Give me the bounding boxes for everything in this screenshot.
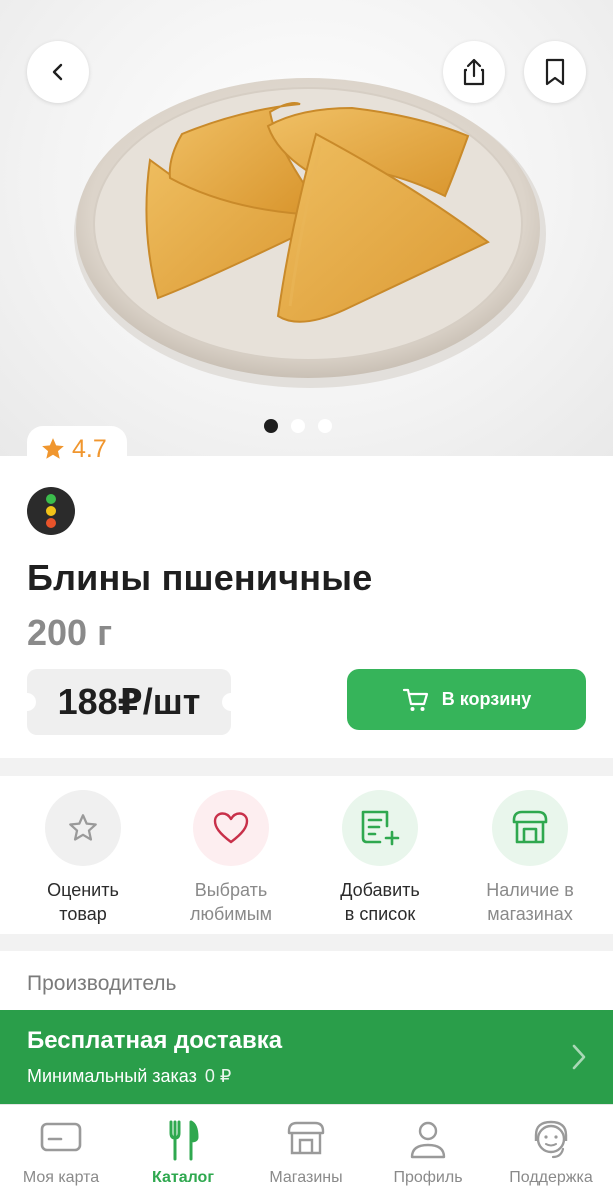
bookmark-icon: [545, 58, 565, 86]
product-title: Блины пшеничные: [27, 557, 373, 598]
gallery-dot[interactable]: [291, 419, 305, 433]
brand-logo[interactable]: [27, 487, 75, 535]
favorite-label: Выбрать любимым: [189, 880, 273, 924]
store-availability-button[interactable]: Наличие в магазинах: [455, 790, 605, 926]
product-actions: Оценить товар Выбрать любимым Добавить в…: [0, 776, 613, 934]
rating-value: 4.7: [72, 434, 107, 463]
rate-product-label: Оценить товар: [47, 880, 119, 924]
share-icon: [463, 58, 485, 86]
star-outline-icon: [69, 814, 97, 841]
card-icon: [40, 1122, 82, 1152]
store-availability-label: Наличие в магазинах: [486, 880, 574, 924]
nav-label: Поддержка: [509, 1169, 593, 1186]
product-gallery[interactable]: [0, 0, 613, 456]
add-to-cart-button[interactable]: В корзину: [347, 669, 586, 730]
rate-icon-circle: [45, 790, 121, 866]
gallery-pagination[interactable]: [264, 419, 332, 433]
add-to-list-label: Добавить в список: [340, 880, 420, 924]
profile-icon: [410, 1121, 446, 1159]
manufacturer-label: Производитель: [27, 972, 177, 995]
bottom-navigation: Моя карта Каталог Магазины Профиль Подде…: [0, 1104, 613, 1200]
rate-product-button[interactable]: Оценить товар: [8, 790, 158, 926]
manufacturer-section[interactable]: Производитель: [0, 951, 613, 1011]
rating-badge: 4.7: [27, 426, 127, 472]
support-icon: [534, 1120, 568, 1159]
product-photo: [74, 78, 546, 388]
gallery-dot[interactable]: [318, 419, 332, 433]
bookmark-button[interactable]: [524, 41, 586, 103]
star-icon: [42, 438, 64, 459]
delivery-title: Бесплатная доставка: [27, 1027, 283, 1054]
nav-stores[interactable]: Магазины: [245, 1105, 367, 1200]
store-icon: [287, 1121, 325, 1155]
nav-label: Моя карта: [22, 1169, 100, 1186]
add-to-list-icon: [361, 810, 400, 846]
min-order-value: 0 ₽: [204, 1066, 232, 1086]
add-to-list-icon-circle: [342, 790, 418, 866]
favorite-button[interactable]: Выбрать любимым: [156, 790, 306, 926]
nav-profile[interactable]: Профиль: [367, 1105, 489, 1200]
store-icon-circle: [492, 790, 568, 866]
min-order-label: Минимальный заказ: [27, 1066, 197, 1086]
free-delivery-banner[interactable]: Бесплатная доставка Минимальный заказ 0 ₽: [0, 1010, 613, 1104]
nav-label: Каталог: [152, 1169, 214, 1186]
nav-my-card[interactable]: Моя карта: [0, 1105, 122, 1200]
cart-icon: [402, 688, 428, 711]
add-to-cart-label: В корзину: [441, 689, 532, 709]
gallery-dot[interactable]: [264, 419, 278, 433]
nav-catalog[interactable]: Каталог: [122, 1105, 244, 1200]
back-button[interactable]: [27, 41, 89, 103]
price-tag: 188₽/шт: [18, 669, 240, 735]
nav-support[interactable]: Поддержка: [490, 1105, 612, 1200]
nav-label: Магазины: [269, 1169, 343, 1186]
fork-knife-icon: [169, 1120, 199, 1161]
store-icon: [512, 810, 548, 844]
product-weight: 200 г: [27, 612, 113, 653]
share-button[interactable]: [443, 41, 505, 103]
chevron-right-icon: [572, 1044, 586, 1070]
chevron-left-icon: [52, 63, 63, 81]
price-value: 188₽/шт: [57, 681, 201, 722]
favorite-icon-circle: [193, 790, 269, 866]
heart-icon: [213, 812, 249, 844]
nav-label: Профиль: [393, 1169, 463, 1186]
add-to-list-button[interactable]: Добавить в список: [305, 790, 455, 926]
delivery-min-order: Минимальный заказ 0 ₽: [27, 1066, 231, 1087]
